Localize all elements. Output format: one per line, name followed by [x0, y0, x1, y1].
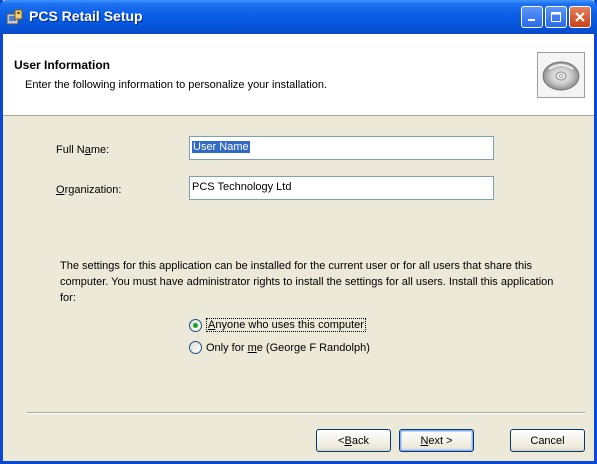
full-name-field[interactable]: User Name — [189, 136, 494, 160]
maximize-icon — [551, 12, 561, 22]
minimize-icon — [528, 19, 535, 21]
back-button-accel: B — [344, 434, 352, 447]
organization-label-text: rganization: — [64, 184, 122, 196]
radio-anyone-label: Anyone who uses this computer — [206, 318, 366, 332]
back-button-label: ack — [351, 434, 369, 447]
minimize-button[interactable] — [521, 6, 543, 28]
radio-only-me-accel: m — [247, 341, 257, 354]
close-button[interactable] — [569, 6, 591, 28]
full-name-value: User Name — [192, 141, 250, 153]
page-title: User Information — [14, 58, 111, 72]
radio-button-unselected[interactable] — [189, 341, 202, 354]
next-button[interactable]: Next > — [399, 429, 474, 452]
organization-label-accel: O — [56, 184, 65, 196]
cancel-button-label: Cancel — [530, 434, 565, 447]
maximize-button[interactable] — [545, 6, 567, 28]
radio-button-selected[interactable] — [189, 318, 202, 332]
cd-icon-frame — [537, 52, 585, 98]
window-title: PCS Retail Setup — [29, 8, 143, 24]
install-scope-description: The settings for this application can be… — [60, 260, 554, 304]
full-name-label-text-b: me: — [90, 144, 110, 156]
radio-dot — [193, 322, 198, 328]
next-button-accel: N — [420, 434, 429, 447]
back-button[interactable]: < Back — [316, 429, 391, 452]
next-button-label: ext > — [428, 434, 453, 447]
cancel-button[interactable]: Cancel — [510, 429, 585, 452]
wizard-header: User Information Enter the following inf… — [3, 34, 594, 116]
organization-field[interactable]: PCS Technology Ltd — [189, 176, 494, 200]
organization-value: PCS Technology Ltd — [192, 181, 292, 193]
radio-only-me[interactable]: Only for me (George F Randolph) — [189, 341, 370, 354]
close-icon — [575, 12, 585, 22]
installer-icon — [6, 9, 23, 25]
full-name-label-text-a: Full N — [56, 144, 85, 156]
radio-only-me-label: Only for me (George F Randolph) — [206, 342, 370, 354]
setup-window: PCS Retail Setup User Information Enter … — [0, 0, 597, 464]
radio-only-me-text-a: Only for — [206, 341, 248, 354]
full-name-label: Full Name: — [56, 144, 109, 156]
cd-icon — [542, 61, 580, 91]
radio-only-me-text-b: e (George F Randolph) — [256, 341, 370, 354]
button-separator — [27, 412, 585, 414]
page-subtitle: Enter the following information to perso… — [25, 79, 328, 91]
title-bar[interactable]: PCS Retail Setup — [0, 0, 597, 34]
organization-label: Organization: — [56, 184, 121, 196]
radio-anyone-text: nyone who uses this computer — [215, 319, 364, 331]
radio-anyone[interactable]: Anyone who uses this computer — [189, 318, 366, 332]
